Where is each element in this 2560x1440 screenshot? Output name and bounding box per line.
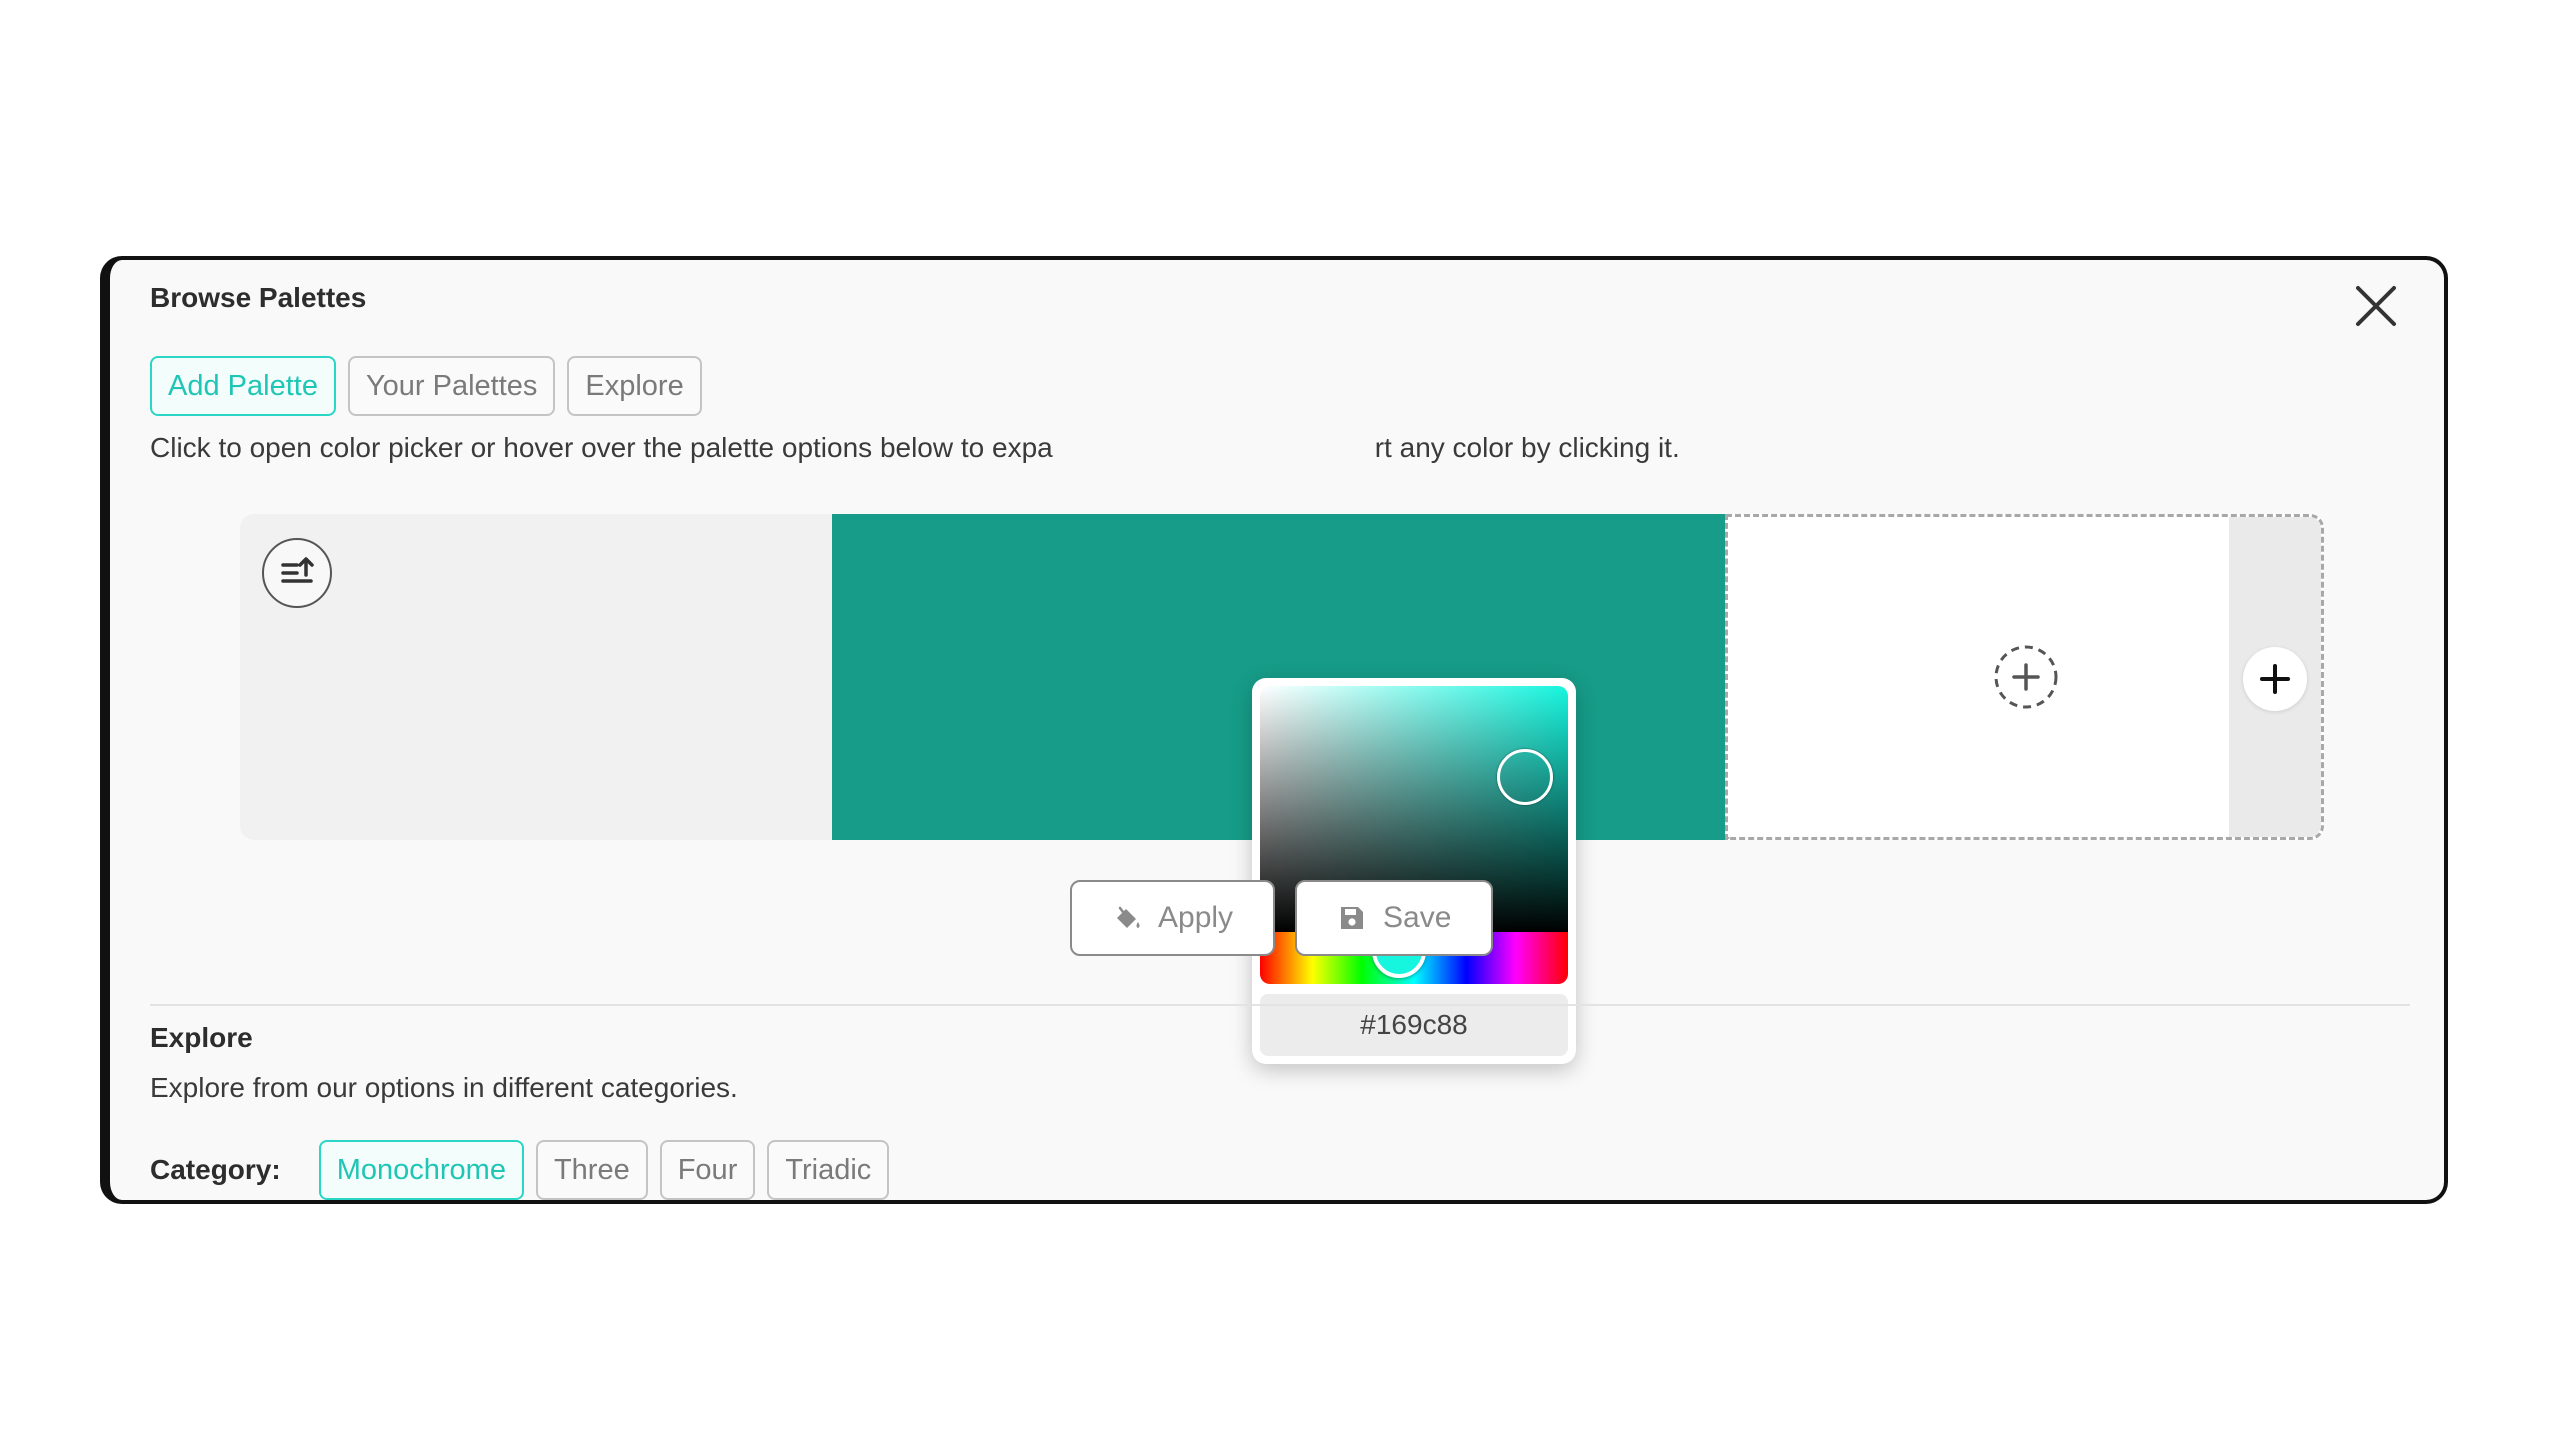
browse-palettes-modal: Browse Palettes Add Palette Your Palette…	[100, 256, 2448, 1204]
add-color-slot[interactable]	[1725, 514, 2324, 840]
close-button[interactable]	[2348, 278, 2404, 334]
category-triadic[interactable]: Triadic	[767, 1140, 890, 1200]
category-monochrome[interactable]: Monochrome	[318, 1140, 524, 1200]
section-divider	[150, 1004, 2410, 1006]
slot-side-panel	[2229, 517, 2321, 837]
tab-bar: Add Palette Your Palettes Explore	[150, 356, 702, 416]
explore-title: Explore	[150, 1022, 253, 1053]
instructions-left: Click to open color picker or hover over…	[150, 432, 1053, 463]
category-label: Category:	[150, 1154, 281, 1185]
paint-bucket-icon	[1117, 906, 1140, 928]
save-label: Save	[1383, 901, 1452, 934]
sort-ascending-icon	[281, 557, 314, 583]
palette-editor: #169c88	[240, 514, 2324, 1064]
save-button[interactable]: Save	[1295, 880, 1494, 956]
add-color-button[interactable]	[2243, 647, 2307, 711]
close-icon	[2356, 286, 2396, 326]
instructions-right: rt any color by clicking it.	[1374, 432, 1680, 463]
dashed-plus-circle-icon	[1994, 645, 2058, 709]
sort-button[interactable]	[262, 538, 332, 608]
explore-description: Explore from our options in different ca…	[150, 1072, 738, 1103]
apply-label: Apply	[1158, 901, 1234, 934]
tab-your-palettes[interactable]: Your Palettes	[347, 356, 556, 416]
category-four[interactable]: Four	[659, 1140, 756, 1200]
floppy-disk-icon	[1341, 907, 1364, 929]
modal-title: Browse Palettes	[150, 282, 367, 313]
plus-icon	[2260, 664, 2290, 694]
saturation-handle[interactable]	[1497, 749, 1553, 805]
color-picker-popover: #169c88	[1252, 678, 1576, 1064]
tab-explore[interactable]: Explore	[567, 356, 702, 416]
apply-button[interactable]: Apply	[1070, 880, 1276, 956]
category-row: Category: Monochrome Three Four Triadic	[150, 1140, 890, 1200]
action-buttons: Apply Save	[1070, 880, 1494, 956]
category-three[interactable]: Three	[535, 1140, 648, 1200]
instructions-text: Click to open color picker or hover over…	[150, 432, 2350, 464]
tab-add-palette[interactable]: Add Palette	[150, 356, 336, 416]
